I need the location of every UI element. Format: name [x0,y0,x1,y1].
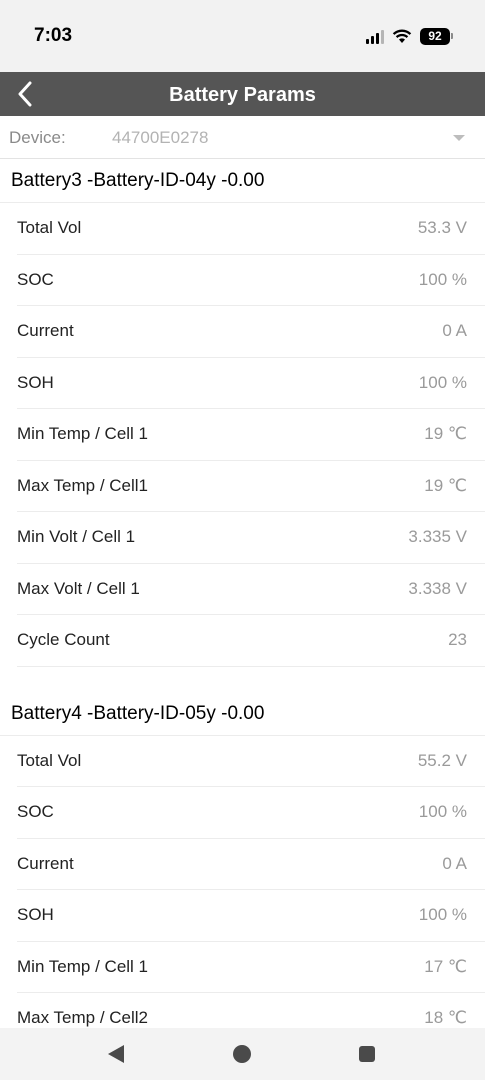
param-row-min-temp: Min Temp / Cell 1 19 ℃ [17,409,485,461]
param-row-total-vol: Total Vol 55.2 V [17,736,485,787]
system-nav-bar [0,1028,485,1080]
param-label: SOC [17,269,54,289]
param-value: 53.3 V [417,218,467,237]
param-label: Total Vol [17,218,82,237]
param-label: SOH [17,905,54,924]
param-row-soh: SOH 100 % [17,358,485,409]
device-selector[interactable]: Device: 44700E0278 [0,116,485,159]
param-value: 100 % [418,802,467,821]
param-label: Max Temp / Cell2 [17,1008,149,1027]
battery-section: Battery4 -Battery-ID-05y -0.00 Total Vol… [0,692,485,1029]
param-label: Max Volt / Cell 1 [17,578,140,598]
param-value: 19 ℃ [424,475,467,495]
battery-section: Battery3 -Battery-ID-04y -0.00 Total Vol… [0,159,485,667]
device-label: Device: [9,128,66,147]
param-value: 0 A [442,853,467,873]
status-bar: 7:03 92 [0,0,485,72]
page-title: Battery Params [169,84,316,106]
section-spacer [0,666,485,692]
param-row-current: Current 0 A [17,306,485,358]
param-label: Max Temp / Cell1 [17,475,149,495]
param-label: Current [17,853,74,873]
param-label: Cycle Count [17,630,110,649]
param-value: 17 ℃ [424,956,467,976]
param-row-min-temp: Min Temp / Cell 1 17 ℃ [17,942,485,993]
nav-back-icon[interactable] [108,1045,124,1063]
param-label: Current [17,321,74,340]
param-value: 55.2 V [417,750,467,770]
param-label: SOH [17,372,54,392]
battery-params-list[interactable]: Battery3 -Battery-ID-04y -0.00 Total Vol… [0,159,485,1028]
battery-section-title: Battery3 -Battery-ID-04y -0.00 [0,159,485,203]
param-value: 100 % [418,372,467,392]
param-row-cycle-count: Cycle Count 23 [17,615,485,667]
param-row-max-temp: Max Temp / Cell2 18 ℃ [17,993,485,1028]
app-screen: 7:03 92 Battery Params Device: 44700E027… [0,0,485,1080]
param-row-soc: SOC 100 % [17,255,485,306]
param-row-total-vol: Total Vol 53.3 V [17,203,485,255]
param-row-soc: SOC 100 % [17,787,485,839]
status-icons: 92 [366,26,453,46]
param-label: SOC [17,802,54,821]
param-value: 100 % [418,269,467,289]
param-value: 3.338 V [408,578,467,598]
battery-section-title: Battery4 -Battery-ID-05y -0.00 [0,692,485,736]
param-row-max-temp: Max Temp / Cell1 19 ℃ [17,461,485,512]
param-value: 100 % [418,905,467,924]
param-label: Min Volt / Cell 1 [17,527,136,546]
param-value: 23 [448,630,467,649]
param-label: Min Temp / Cell 1 [17,424,149,443]
battery-level: 92 [420,27,450,45]
nav-recents-icon[interactable] [359,1046,375,1062]
param-value: 18 ℃ [424,1008,467,1027]
device-value[interactable]: 44700E0278 [112,128,208,148]
param-row-max-volt: Max Volt / Cell 1 3.338 V [17,564,485,615]
param-label: Total Vol [17,750,82,770]
param-row-current: Current 0 A [17,839,485,890]
param-row-min-volt: Min Volt / Cell 1 3.335 V [17,512,485,564]
status-time: 7:03 [34,25,73,46]
param-label: Min Temp / Cell 1 [17,956,149,976]
caret-down-icon[interactable] [453,135,465,141]
param-value: 0 A [442,321,467,340]
param-row-soh: SOH 100 % [17,890,485,942]
app-header: Battery Params [0,72,485,116]
wifi-icon [392,29,412,43]
nav-home-icon[interactable] [233,1045,251,1063]
signal-icon [366,28,384,44]
param-value: 19 ℃ [424,424,467,443]
battery-icon: 92 [420,27,453,45]
param-value: 3.335 V [408,527,467,546]
